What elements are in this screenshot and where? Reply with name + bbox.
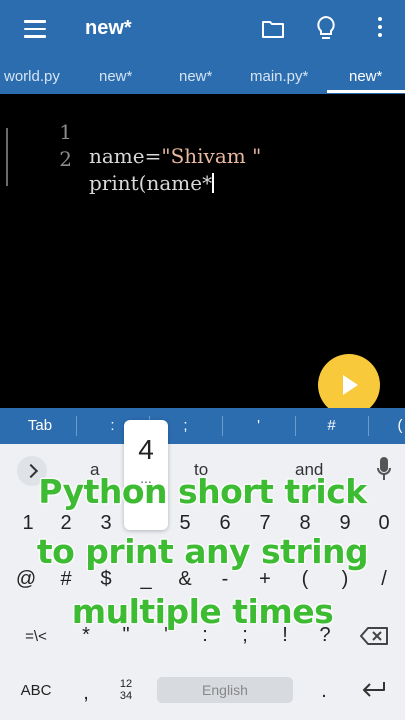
caption-line-2: to print any string bbox=[36, 532, 369, 571]
play-icon bbox=[343, 375, 358, 395]
tab-new-2[interactable]: new* bbox=[179, 68, 212, 85]
text-cursor bbox=[212, 173, 214, 193]
folder-icon[interactable] bbox=[261, 17, 285, 41]
symbol-hash[interactable]: # bbox=[295, 408, 368, 444]
tab-main-py[interactable]: main.py* bbox=[250, 68, 308, 85]
key-period[interactable]: . bbox=[316, 680, 332, 703]
file-tabs: world.py new* new* main.py* new* bbox=[0, 58, 405, 94]
symbol-bar: Tab : ; ' # ( bbox=[0, 408, 405, 444]
caption-line-1: Python short trick bbox=[38, 472, 367, 511]
video-caption: Python short trick to print any string m… bbox=[0, 462, 405, 642]
page-title: new* bbox=[85, 17, 132, 39]
code-line: 2 print(name* bbox=[0, 123, 405, 195]
key-comma[interactable]: , bbox=[78, 682, 94, 705]
key-numpad[interactable]: 12 34 bbox=[110, 678, 142, 702]
enter-icon[interactable] bbox=[362, 680, 386, 698]
lightbulb-icon[interactable] bbox=[315, 15, 337, 41]
run-button[interactable] bbox=[318, 354, 380, 416]
tab-world-py[interactable]: world.py bbox=[4, 68, 60, 85]
menu-icon[interactable] bbox=[24, 20, 46, 38]
code-text: print(name* bbox=[89, 171, 213, 195]
code-line: 1 name="Shivam " bbox=[0, 96, 405, 168]
app-bar: new* bbox=[0, 0, 405, 58]
more-options-icon[interactable] bbox=[376, 17, 384, 41]
symbol-paren[interactable]: ( bbox=[390, 408, 405, 444]
line-number: 2 bbox=[59, 147, 72, 171]
symbol-tab[interactable]: Tab bbox=[10, 408, 70, 444]
active-tab-indicator bbox=[327, 90, 405, 93]
space-bar[interactable]: English bbox=[157, 677, 293, 703]
tab-new-active[interactable]: new* bbox=[349, 68, 382, 85]
symbol-apostrophe[interactable]: ' bbox=[222, 408, 295, 444]
key-abc[interactable]: ABC bbox=[14, 682, 58, 699]
caption-line-3: multiple times bbox=[71, 592, 334, 631]
tab-new-1[interactable]: new* bbox=[99, 68, 132, 85]
